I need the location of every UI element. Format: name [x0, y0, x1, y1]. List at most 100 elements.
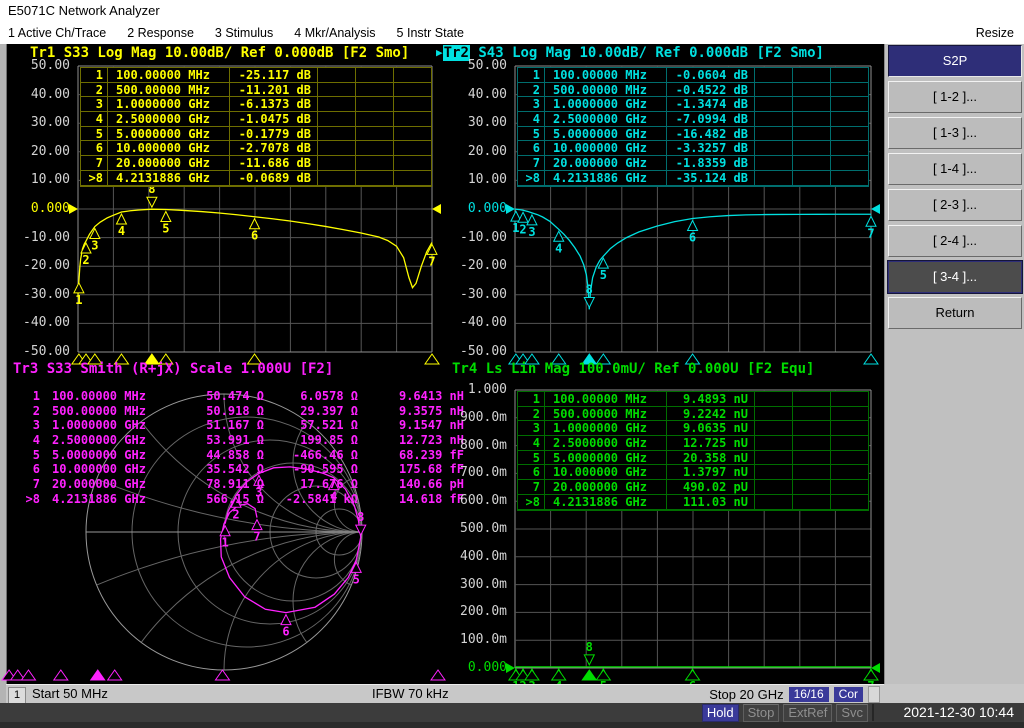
tr3-marker-row-2: 2500.00000 MHz50.918 Ω29.397 Ω9.3575 nH: [14, 404, 470, 419]
tr3-marker-table: 1100.00000 MHz50.474 Ω6.0578 Ω9.6413 nH2…: [14, 389, 470, 507]
tr2-marker-row-3: 31.0000000 GHz-1.3474 dB: [518, 97, 868, 112]
tr1-marker-row-7: 720.000000 GHz-11.686 dB: [81, 156, 431, 171]
tr4-y-tick: 500.0m: [445, 521, 507, 536]
softkey-2-4[interactable]: [ 2-4 ]...: [888, 225, 1022, 257]
svg-text:2: 2: [232, 507, 239, 521]
svg-text:8: 8: [357, 510, 364, 524]
tr1-marker-row-8: >84.2131886 GHz-0.0689 dB: [81, 171, 431, 186]
tr1-marker-row-1: 1100.00000 MHz-25.117 dB: [81, 68, 431, 83]
svg-text:1: 1: [221, 536, 228, 550]
tr2-y-tick: -50.00: [445, 344, 507, 359]
tr4-y-tick: 1.000: [445, 382, 507, 397]
tr2-marker-row-8: >84.2131886 GHz-35.124 dB: [518, 171, 868, 186]
tr2-y-tick: 40.00: [445, 87, 507, 102]
sidebar-lower-fill: [884, 684, 1024, 703]
tr4-y-tick: 0.000: [445, 660, 507, 675]
tr4-marker-row-5: 55.0000000 GHz20.358 nU: [518, 451, 868, 466]
svg-text:8: 8: [586, 640, 593, 654]
svg-text:1: 1: [75, 293, 82, 307]
tr4-header: Tr4 Ls Lin Mag 100.0mU/ Ref 0.000U [F2 E…: [452, 361, 814, 377]
tr1-y-tick: -30.00: [8, 287, 70, 302]
svg-text:2: 2: [82, 253, 89, 267]
svg-text:8: 8: [586, 282, 593, 296]
svg-text:7: 7: [428, 254, 435, 268]
tr2-y-tick: 0.000: [445, 201, 507, 216]
tr2-y-tick: -10.00: [445, 230, 507, 245]
svg-text:5: 5: [600, 268, 607, 282]
tr4-marker-table: 1100.00000 MHz9.4893 nU2500.00000 MHz9.2…: [517, 391, 869, 511]
softkey-sidebar: S2P [ 1-2 ]... [ 1-3 ]... [ 1-4 ]... [ 2-3 …: [884, 44, 1024, 684]
svg-text:5: 5: [353, 572, 360, 586]
svg-text:4: 4: [555, 241, 562, 255]
svc-indicator: Svc: [836, 704, 868, 722]
tr2-marker-row-4: 42.5000000 GHz-7.0994 dB: [518, 112, 868, 127]
svg-text:5: 5: [162, 222, 169, 236]
softkey-return[interactable]: Return: [888, 297, 1022, 329]
tr4-y-tick: 900.0m: [445, 410, 507, 425]
tr1-marker-row-6: 610.000000 GHz-2.7078 dB: [81, 141, 431, 156]
tr2-y-tick: -40.00: [445, 315, 507, 330]
svg-text:6: 6: [251, 229, 258, 243]
tr3-marker-row-5: 55.0000000 GHz44.858 Ω-466.46 Ω68.239 fF: [14, 448, 470, 463]
tr4-y-tick: 700.0m: [445, 465, 507, 480]
tr2-y-tick: -20.00: [445, 258, 507, 273]
correction-badge: Cor: [834, 687, 863, 702]
tr1-y-tick: 0.000: [8, 201, 70, 216]
tr3-marker-row-7: 720.000000 GHz78.911 Ω17.676 Ω140.66 pH: [14, 477, 470, 492]
datetime-display: 2021-12-30 10:44: [872, 704, 1022, 721]
analyzer-screen: E5071C Network Analyzer 1 Active Ch/Trac…: [0, 0, 1024, 728]
tr4-y-tick: 600.0m: [445, 493, 507, 508]
tr2-marker-row-5: 55.0000000 GHz-16.482 dB: [518, 127, 868, 142]
softkey-menu-title: S2P: [888, 45, 1022, 77]
tr1-y-tick: 50.00: [8, 58, 70, 73]
bottom-window-border: [0, 722, 1024, 728]
svg-text:7: 7: [867, 226, 874, 240]
tr2-marker-row-6: 610.000000 GHz-3.3257 dB: [518, 141, 868, 156]
tr3-marker-row-6: 610.000000 GHz35.542 Ω-90.595 Ω175.68 fF: [14, 462, 470, 477]
tr4-marker-row-4: 42.5000000 GHz12.725 nU: [518, 436, 868, 451]
tr4-y-tick: 200.0m: [445, 604, 507, 619]
tr2-y-tick: 10.00: [445, 172, 507, 187]
tr1-marker-row-4: 42.5000000 GHz-1.0475 dB: [81, 112, 431, 127]
tr1-y-tick: -10.00: [8, 230, 70, 245]
tr1-y-tick: -50.00: [8, 344, 70, 359]
tr1-y-tick: -20.00: [8, 258, 70, 273]
hold-indicator: Hold: [702, 704, 739, 722]
tr2-marker-row-7: 720.000000 GHz-1.8359 dB: [518, 156, 868, 171]
tr1-y-tick: 20.00: [8, 144, 70, 159]
softkey-2-3[interactable]: [ 2-3 ]...: [888, 189, 1022, 221]
svg-text:6: 6: [282, 625, 289, 639]
tr4-y-tick: 100.0m: [445, 632, 507, 647]
tr1-y-tick: -40.00: [8, 315, 70, 330]
svg-text:4: 4: [118, 224, 125, 238]
tr2-header-rest: S43 Log Mag 10.00dB/ Ref 0.000dB [F2 Smo…: [470, 45, 824, 61]
tr1-marker-table: 1100.00000 MHz-25.117 dB2500.00000 MHz-1…: [80, 67, 432, 187]
tr4-marker-row-7: 720.000000 GHz490.02 pU: [518, 480, 868, 495]
instrument-status-bar: Hold Stop ExtRef Svc 2021-12-30 10:44: [0, 703, 1024, 722]
tr4-y-tick: 300.0m: [445, 577, 507, 592]
softkey-3-4[interactable]: [ 3-4 ]...: [888, 261, 1022, 293]
tr1-marker-row-3: 31.0000000 GHz-6.1373 dB: [81, 97, 431, 112]
softkey-1-2[interactable]: [ 1-2 ]...: [888, 81, 1022, 113]
channel-status-bar: 1 Start 50 MHz IFBW 70 kHz Stop 20 GHz 1…: [6, 684, 884, 703]
sweep-points-badge: 16/16: [789, 687, 829, 702]
tr1-marker-row-2: 2500.00000 MHz-11.201 dB: [81, 83, 431, 98]
svg-text:3: 3: [91, 239, 98, 253]
tr2-y-tick: 30.00: [445, 115, 507, 130]
tr2-y-tick: 20.00: [445, 144, 507, 159]
svg-text:3: 3: [528, 225, 535, 239]
statusbar-grip: [868, 686, 880, 703]
softkey-1-3[interactable]: [ 1-3 ]...: [888, 117, 1022, 149]
softkey-1-4[interactable]: [ 1-4 ]...: [888, 153, 1022, 185]
stop-frequency-label: Stop 20 GHz: [709, 687, 783, 702]
tr2-y-tick: 50.00: [445, 58, 507, 73]
tr1-y-tick: 40.00: [8, 87, 70, 102]
tr1-marker-row-5: 55.0000000 GHz-0.1779 dB: [81, 127, 431, 142]
tr2-y-tick: -30.00: [445, 287, 507, 302]
tr4-marker-row-2: 2500.00000 MHz9.2242 nU: [518, 407, 868, 422]
tr4-y-tick: 800.0m: [445, 438, 507, 453]
ifbw-label: IFBW 70 kHz: [372, 686, 449, 701]
tr1-y-tick: 30.00: [8, 115, 70, 130]
tr3-marker-row-3: 31.0000000 GHz51.167 Ω57.521 Ω9.1547 nH: [14, 418, 470, 433]
tr4-y-tick: 400.0m: [445, 549, 507, 564]
